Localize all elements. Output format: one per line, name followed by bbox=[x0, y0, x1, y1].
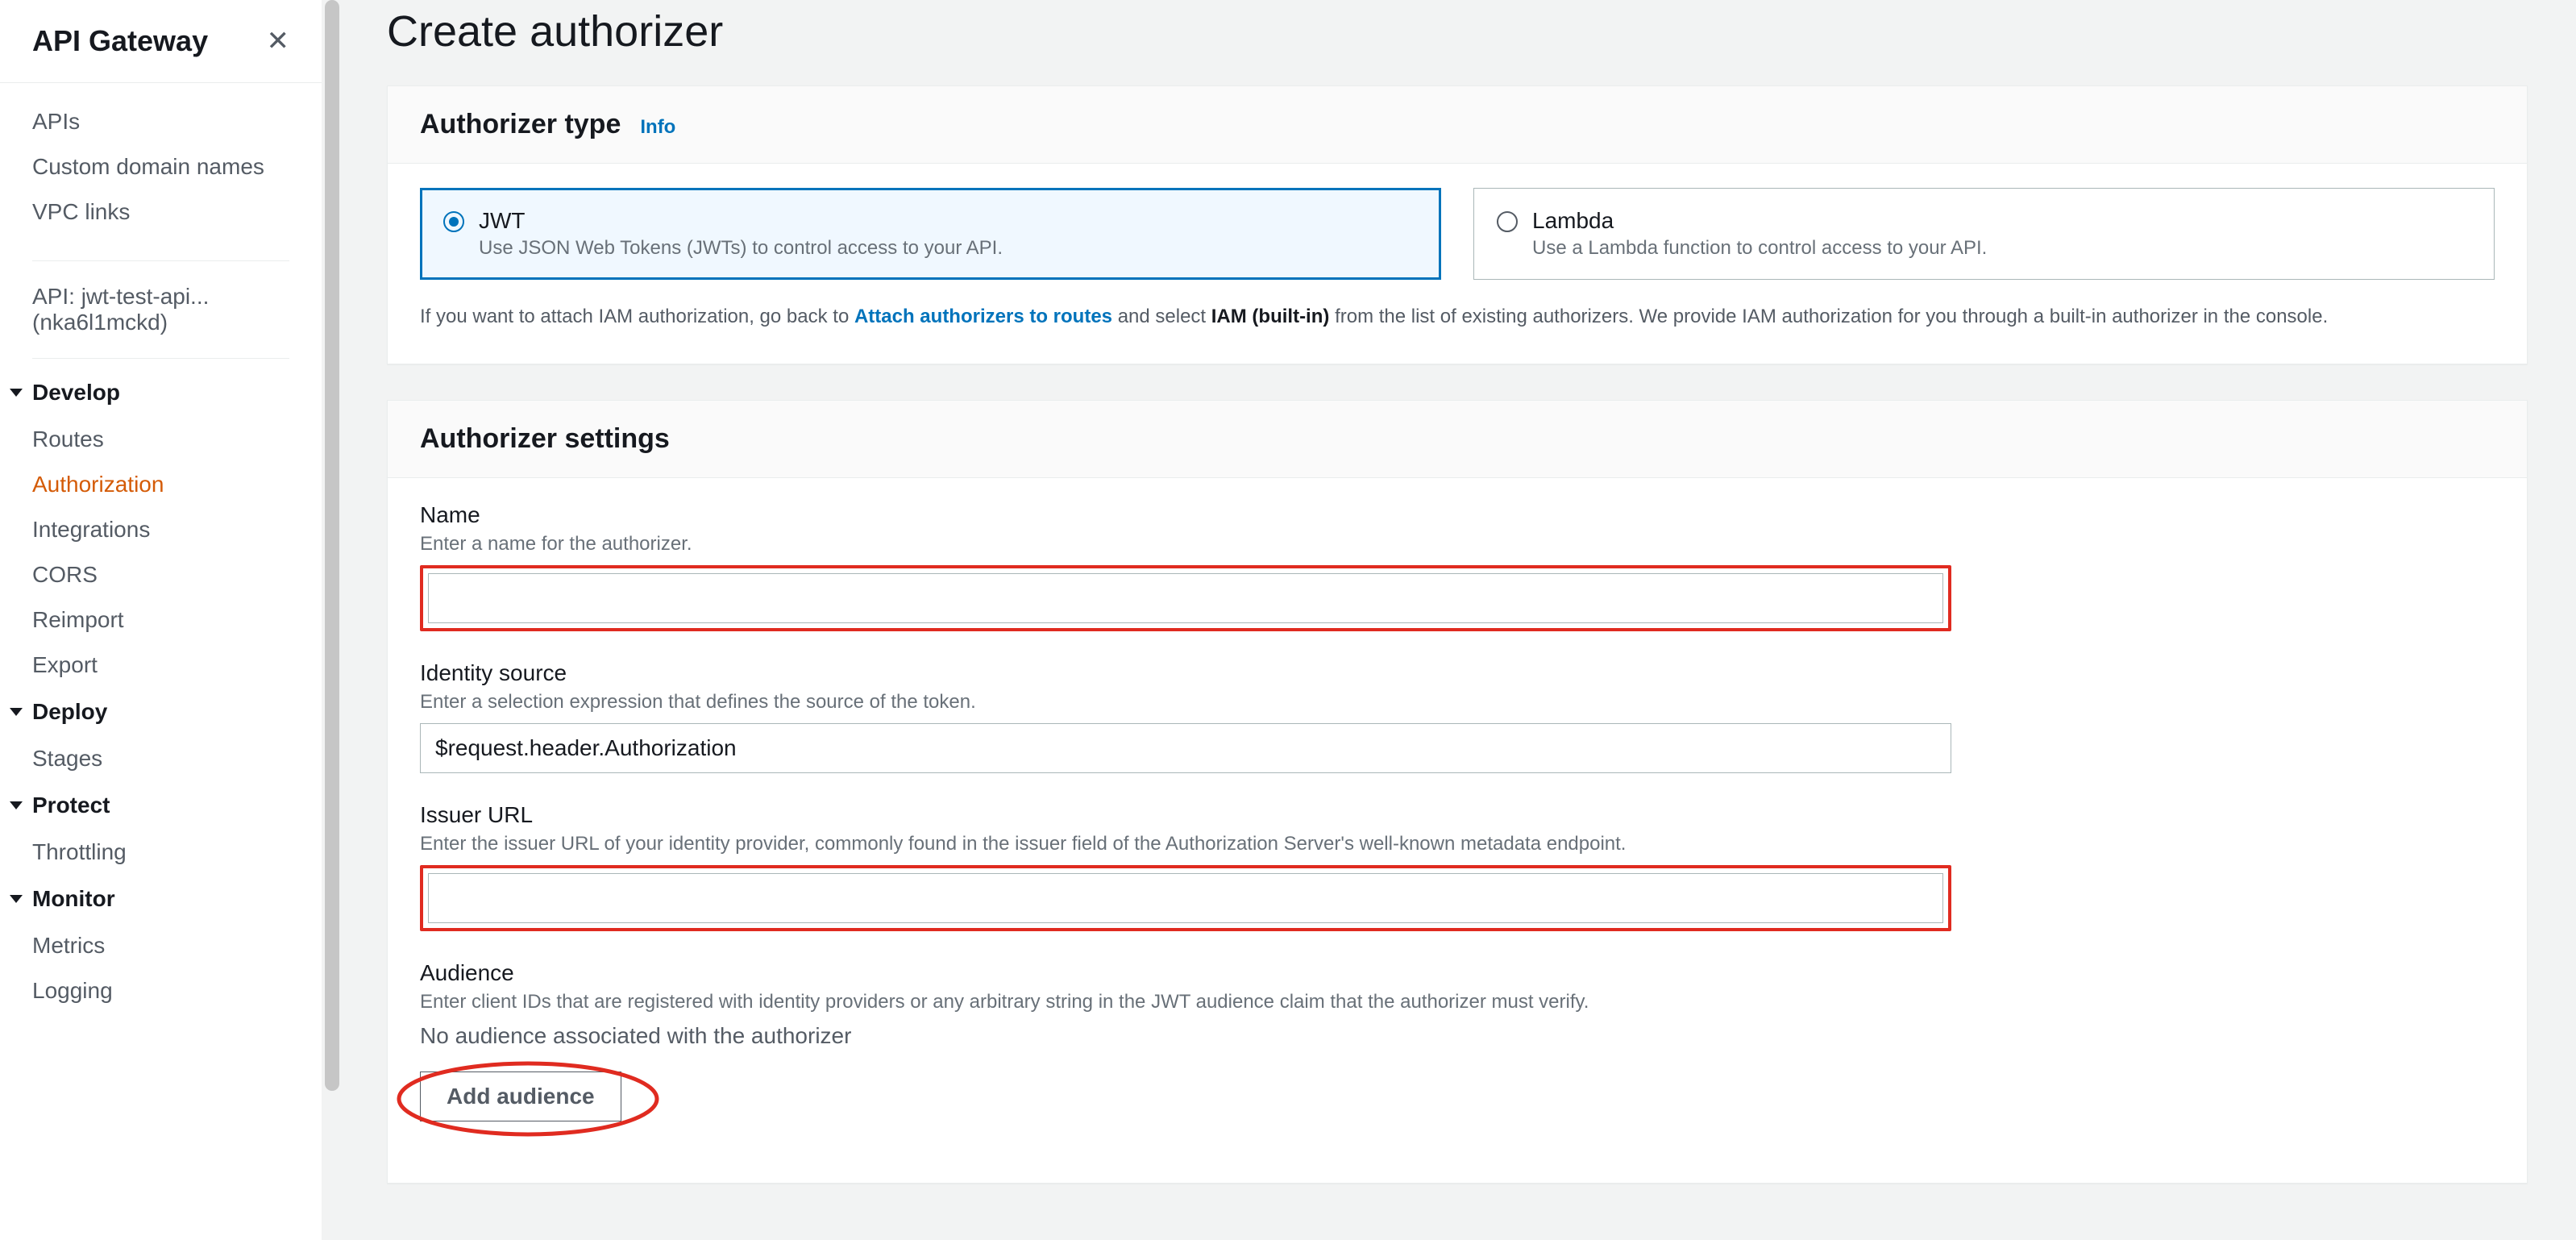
attach-authorizers-link[interactable]: Attach authorizers to routes bbox=[854, 306, 1112, 327]
audience-empty-text: No audience associated with the authoriz… bbox=[420, 1023, 1951, 1049]
sidebar-item-integrations[interactable]: Integrations bbox=[0, 507, 322, 552]
iam-note: If you want to attach IAM authorization,… bbox=[420, 302, 2495, 331]
service-title: API Gateway bbox=[32, 24, 208, 58]
input-identity-source[interactable] bbox=[420, 723, 1951, 773]
annotation-circle: Add audience bbox=[420, 1071, 621, 1121]
sidebar-section-develop[interactable]: Develop bbox=[0, 368, 322, 417]
sidebar-item-reimport[interactable]: Reimport bbox=[0, 597, 322, 643]
sidebar-item-stages[interactable]: Stages bbox=[0, 736, 322, 781]
caret-down-icon bbox=[10, 708, 23, 716]
desc-issuer-url: Enter the issuer URL of your identity pr… bbox=[420, 833, 1951, 855]
page-title: Create authorizer bbox=[387, 6, 2528, 56]
radio-card-lambda[interactable]: Lambda Use a Lambda function to control … bbox=[1473, 188, 2495, 280]
input-name[interactable] bbox=[428, 573, 1943, 623]
radio-card-jwt[interactable]: JWT Use JSON Web Tokens (JWTs) to contro… bbox=[420, 188, 1441, 280]
radio-label-lambda: Lambda bbox=[1532, 208, 1987, 234]
label-identity-source: Identity source bbox=[420, 660, 1951, 686]
sidebar-section-protect[interactable]: Protect bbox=[0, 781, 322, 830]
label-audience: Audience bbox=[420, 960, 1951, 986]
label-name: Name bbox=[420, 502, 1951, 528]
sidebar-item-logging[interactable]: Logging bbox=[0, 968, 322, 1013]
api-context-name: API: jwt-test-api... bbox=[32, 284, 289, 310]
caret-down-icon bbox=[10, 389, 23, 397]
highlight-name bbox=[420, 565, 1951, 631]
sidebar-item-authorization[interactable]: Authorization bbox=[0, 462, 322, 507]
desc-audience: Enter client IDs that are registered wit… bbox=[420, 991, 1951, 1013]
radio-label-jwt: JWT bbox=[479, 208, 1003, 234]
sidebar-item-metrics[interactable]: Metrics bbox=[0, 923, 322, 968]
add-audience-button[interactable]: Add audience bbox=[420, 1071, 621, 1121]
sidebar-section-deploy[interactable]: Deploy bbox=[0, 688, 322, 736]
sidebar-item-apis[interactable]: APIs bbox=[0, 99, 322, 144]
sidebar-scrollbar[interactable] bbox=[322, 0, 343, 1240]
panel-authorizer-settings: Authorizer settings Name Enter a name fo… bbox=[387, 400, 2528, 1184]
caret-down-icon bbox=[10, 801, 23, 809]
close-icon[interactable]: ✕ bbox=[267, 27, 290, 55]
panel-authorizer-type: Authorizer type Info JWT Use JSON Web To… bbox=[387, 85, 2528, 364]
caret-down-icon bbox=[10, 895, 23, 903]
radio-icon bbox=[443, 211, 464, 232]
desc-identity-source: Enter a selection expression that define… bbox=[420, 691, 1951, 714]
input-issuer-url[interactable] bbox=[428, 873, 1943, 923]
sidebar: API Gateway ✕ APIs Custom domain names V… bbox=[0, 0, 322, 1240]
sidebar-section-monitor[interactable]: Monitor bbox=[0, 875, 322, 923]
desc-name: Enter a name for the authorizer. bbox=[420, 533, 1951, 556]
info-link[interactable]: Info bbox=[640, 116, 675, 139]
radio-desc-jwt: Use JSON Web Tokens (JWTs) to control ac… bbox=[479, 237, 1003, 260]
sidebar-item-vpc-links[interactable]: VPC links bbox=[0, 189, 322, 235]
sidebar-item-custom-domains[interactable]: Custom domain names bbox=[0, 144, 322, 189]
api-context-id: (nka6l1mckd) bbox=[32, 310, 289, 335]
radio-desc-lambda: Use a Lambda function to control access … bbox=[1532, 237, 1987, 260]
api-context: API: jwt-test-api... (nka6l1mckd) bbox=[0, 271, 322, 348]
sidebar-item-export[interactable]: Export bbox=[0, 643, 322, 688]
radio-icon bbox=[1497, 211, 1518, 232]
panel-title-authorizer-settings: Authorizer settings bbox=[420, 423, 670, 455]
label-issuer-url: Issuer URL bbox=[420, 802, 1951, 828]
sidebar-item-cors[interactable]: CORS bbox=[0, 552, 322, 597]
sidebar-item-routes[interactable]: Routes bbox=[0, 417, 322, 462]
sidebar-item-throttling[interactable]: Throttling bbox=[0, 830, 322, 875]
panel-title-authorizer-type: Authorizer type bbox=[420, 109, 621, 140]
main-content: Create authorizer Authorizer type Info J… bbox=[322, 0, 2576, 1240]
highlight-issuer bbox=[420, 865, 1951, 931]
